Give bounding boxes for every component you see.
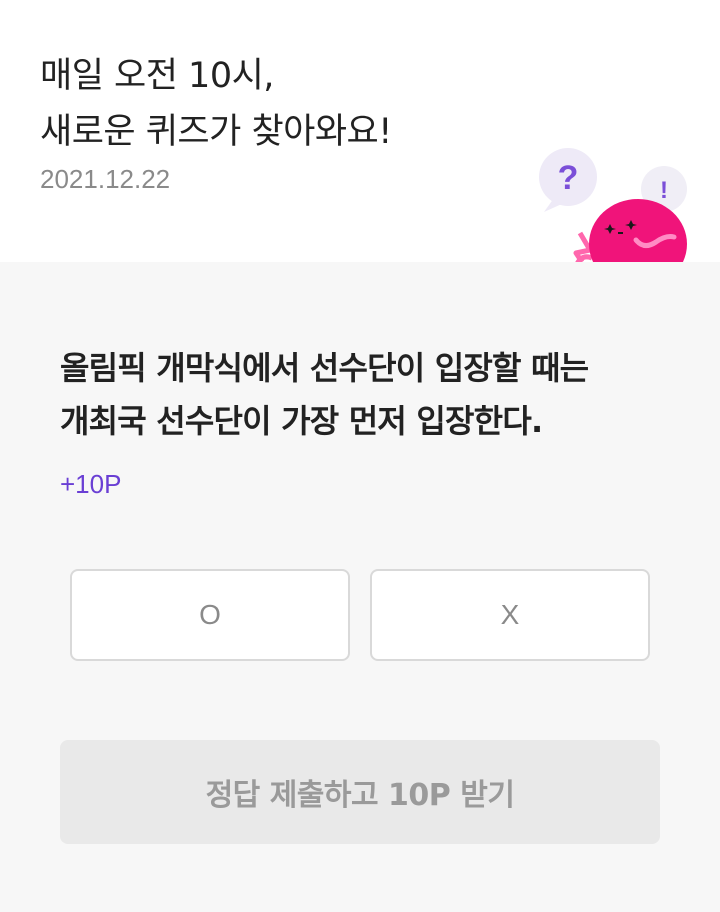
question-bubble-icon: ?: [539, 148, 597, 212]
headline-line-2: 새로운 퀴즈가 찾아와요!: [40, 112, 392, 152]
quiz-header: 매일 오전 10시, 새로운 퀴즈가 찾아와요! 2021.12.22 ? !: [0, 0, 720, 262]
answer-o-label: O: [199, 599, 221, 630]
answer-x-label: X: [500, 599, 520, 630]
points-badge: +10P: [60, 469, 122, 499]
question-line-2: 개최국 선수단이 가장 먼저 입장한다.: [60, 402, 543, 440]
headline-line-1: 매일 오전 10시,: [40, 56, 274, 96]
quiz-date: 2021.12.22: [40, 164, 171, 194]
submit-answer-label: 정답 제출하고 10P 받기: [205, 778, 515, 813]
page-title: 매일 오전 10시, 새로운 퀴즈가 찾아와요!: [40, 48, 392, 160]
question-mark-text: ?: [558, 159, 579, 197]
mascot-illustration: ? !: [530, 140, 720, 262]
submit-answer-button[interactable]: 정답 제출하고 10P 받기: [60, 740, 660, 844]
quiz-question: 올림픽 개막식에서 선수단이 입장할 때는 개최국 선수단이 가장 먼저 입장한…: [60, 342, 680, 448]
question-line-1: 올림픽 개막식에서 선수단이 입장할 때는: [60, 349, 589, 387]
answer-x-button[interactable]: X: [370, 569, 650, 661]
quiz-card: 올림픽 개막식에서 선수단이 입장할 때는 개최국 선수단이 가장 먼저 입장한…: [0, 262, 720, 912]
exclamation-mark-text: !: [660, 177, 668, 204]
answer-o-button[interactable]: O: [70, 569, 350, 661]
